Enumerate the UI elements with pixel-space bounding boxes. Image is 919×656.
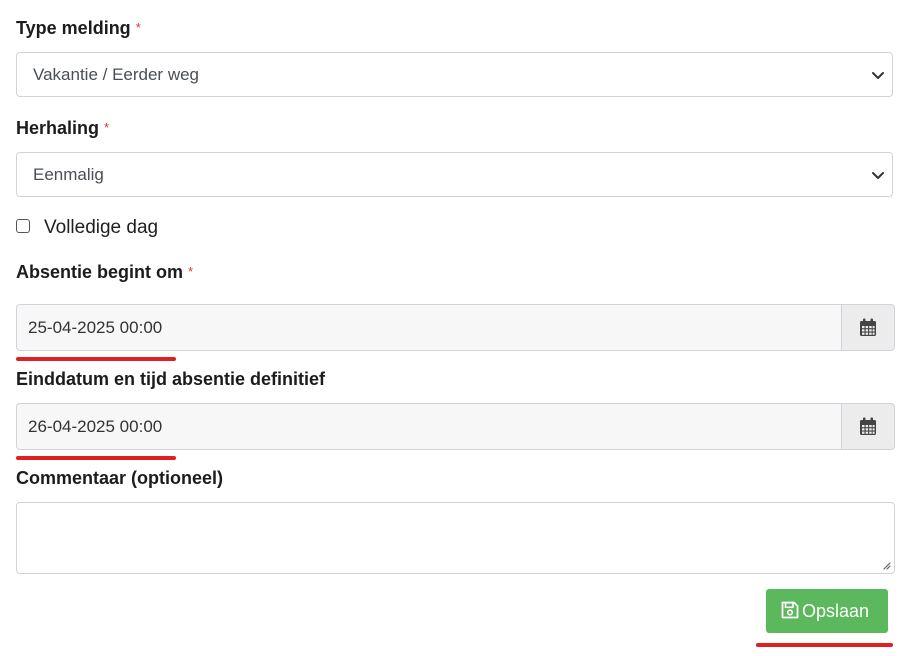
herhaling-label: Herhaling * — [16, 118, 109, 139]
einddatum-field: 26-04-2025 00:00 — [16, 403, 895, 450]
annotation-underline-end — [16, 456, 176, 460]
einddatum-value: 26-04-2025 00:00 — [28, 417, 163, 436]
calendar-icon — [860, 417, 876, 435]
volledige-dag-checkbox[interactable] — [16, 219, 30, 233]
required-marker: * — [104, 120, 110, 135]
einddatum-label-text: Einddatum en tijd absentie definitief — [16, 369, 326, 389]
herhaling-value: Eenmalig — [33, 165, 104, 184]
commentaar-label: Commentaar (optioneel) — [16, 468, 223, 489]
commentaar-textarea[interactable] — [16, 502, 895, 574]
absentie-begint-value: 25-04-2025 00:00 — [28, 318, 163, 337]
type-melding-select[interactable]: Vakantie / Eerder weg — [16, 52, 893, 97]
volledige-dag-label[interactable]: Volledige dag — [44, 216, 158, 240]
absentie-begint-calendar-button[interactable] — [841, 304, 895, 351]
type-melding-value: Vakantie / Eerder weg — [33, 65, 199, 84]
einddatum-input[interactable]: 26-04-2025 00:00 — [16, 403, 841, 450]
chevron-down-icon — [872, 172, 884, 179]
annotation-underline-save — [756, 643, 893, 647]
save-button-label: Opslaan — [802, 601, 870, 621]
einddatum-label: Einddatum en tijd absentie definitief — [16, 369, 325, 390]
annotation-underline-start — [16, 357, 176, 361]
herhaling-select[interactable]: Eenmalig — [16, 152, 893, 197]
absentie-begint-label-text: Absentie begint om — [16, 262, 184, 282]
resize-grip-icon[interactable] — [881, 560, 891, 570]
type-melding-label: Type melding * — [16, 18, 141, 39]
einddatum-calendar-button[interactable] — [841, 403, 895, 450]
type-melding-label-text: Type melding — [16, 18, 131, 38]
absentie-begint-field: 25-04-2025 00:00 — [16, 304, 895, 351]
required-marker: * — [188, 264, 194, 279]
absentie-begint-input[interactable]: 25-04-2025 00:00 — [16, 304, 841, 351]
chevron-down-icon — [872, 72, 884, 79]
absentie-begint-label: Absentie begint om * — [16, 262, 193, 283]
floppy-disk-icon — [781, 601, 799, 619]
calendar-icon — [860, 318, 876, 336]
save-button[interactable]: Opslaan — [766, 589, 888, 633]
herhaling-label-text: Herhaling — [16, 118, 100, 138]
commentaar-label-text: Commentaar (optioneel) — [16, 468, 224, 488]
required-marker: * — [135, 20, 141, 35]
